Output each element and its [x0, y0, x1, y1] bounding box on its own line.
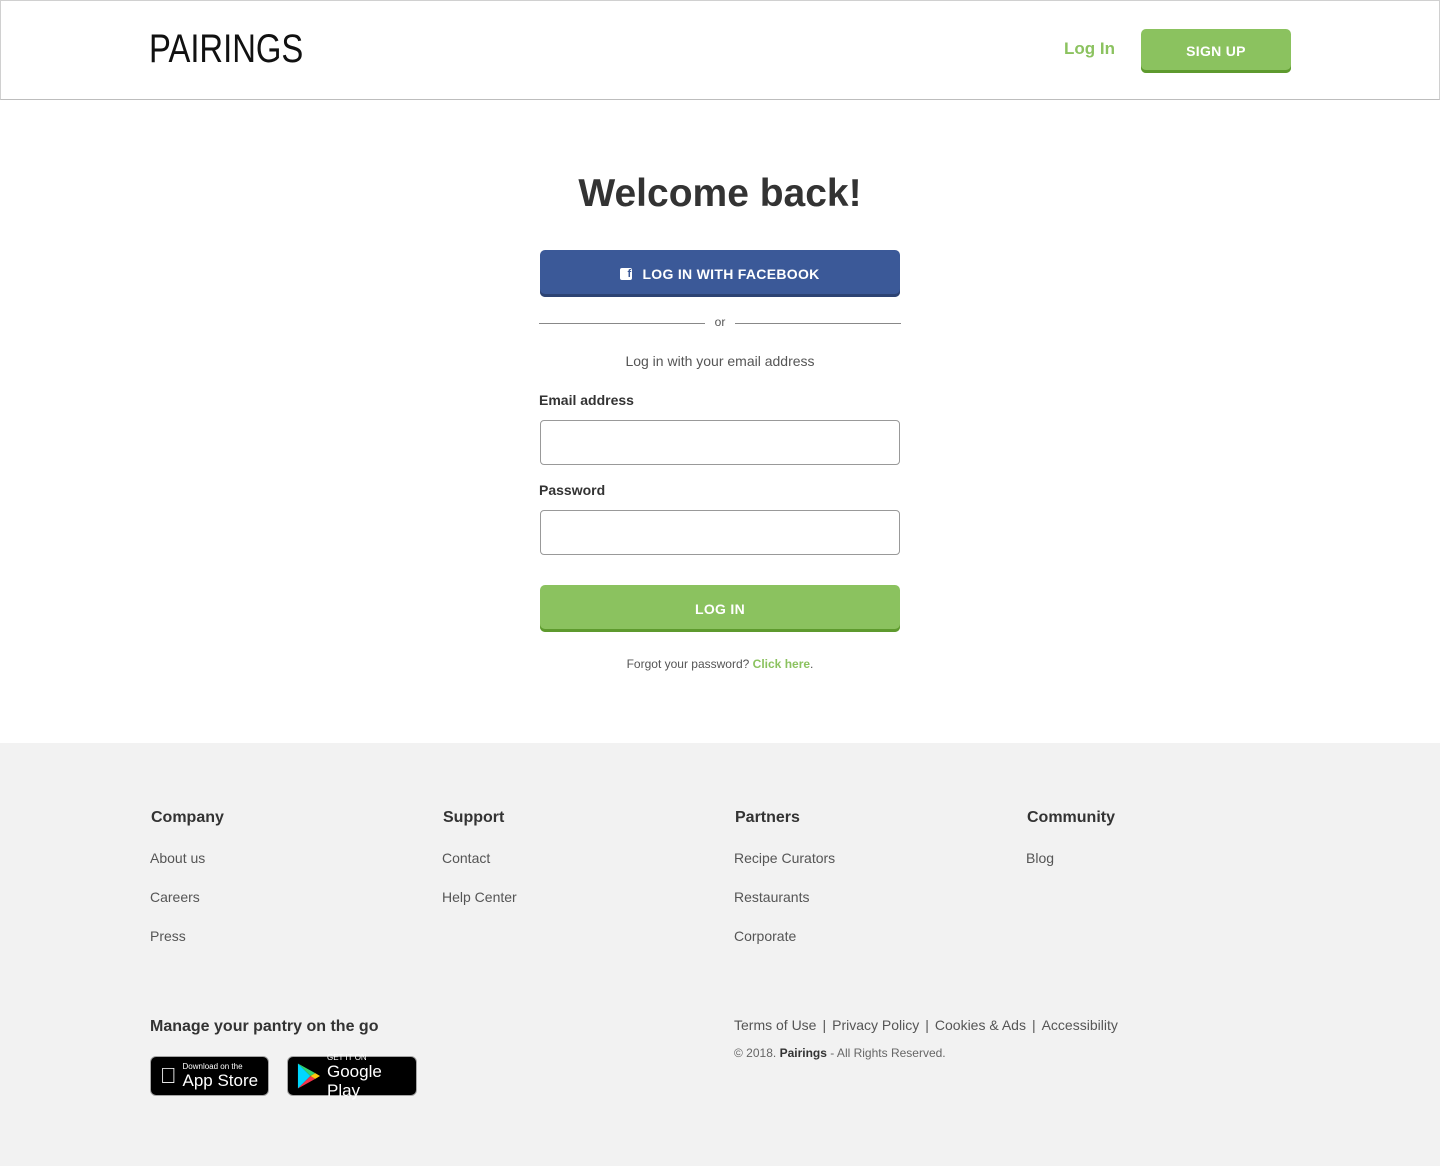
copyright-suffix: - All Rights Reserved. — [830, 1046, 946, 1060]
forgot-password-text: Forgot your password? — [626, 657, 750, 671]
forgot-password-link[interactable]: Click here — [753, 657, 810, 671]
privacy-policy-link[interactable]: Privacy Policy — [832, 1017, 919, 1033]
login-button[interactable]: LOG IN — [540, 585, 900, 632]
footer-link-contact[interactable]: Contact — [442, 850, 490, 866]
header-login-link[interactable]: Log In — [1064, 39, 1115, 59]
footer-column-title: Company — [151, 809, 224, 826]
email-login-subtitle: Log in with your email address — [625, 353, 815, 369]
google-play-small-text: GET IT ON — [326, 1052, 367, 1062]
footer-link-about-us[interactable]: About us — [150, 850, 205, 866]
footer-column-title: Community — [1027, 809, 1115, 826]
footer-link-blog[interactable]: Blog — [1026, 850, 1054, 866]
password-field[interactable] — [540, 510, 900, 555]
email-field[interactable] — [540, 420, 900, 465]
copyright-brand: Pairings — [779, 1046, 827, 1060]
apple-icon:  — [160, 1065, 177, 1087]
copyright: © 2018. Pairings - All Rights Reserved. — [734, 1046, 946, 1060]
legal-separator: | — [1031, 1017, 1036, 1033]
copyright-prefix: © 2018. — [734, 1046, 777, 1060]
google-play-badge[interactable]: GET IT ON Google Play — [287, 1052, 417, 1100]
divider-line-right — [735, 323, 901, 324]
google-play-big-text: Google Play — [326, 1061, 382, 1100]
footer-link-corporate[interactable]: Corporate — [734, 928, 796, 944]
legal-separator: | — [925, 1017, 929, 1033]
divider-line-left — [539, 323, 705, 324]
pairings-logo[interactable]: PAIRINGS — [149, 27, 303, 71]
site-header: PAIRINGS Log In SIGN UP — [0, 0, 1440, 100]
password-label: Password — [539, 482, 606, 498]
footer-link-recipe-curators[interactable]: Recipe Curators — [734, 850, 835, 866]
divider-or: or — [714, 315, 726, 329]
legal-separator: | — [822, 1017, 827, 1033]
cookies-ads-link[interactable]: Cookies & Ads — [935, 1017, 1026, 1033]
signup-button[interactable]: SIGN UP — [1141, 29, 1291, 73]
forgot-password: Forgot your password? Click here. — [0, 657, 1440, 671]
app-store-big-text: App Store — [166, 1071, 259, 1090]
footer-column-title: Support — [443, 809, 505, 826]
footer-column-title: Partners — [735, 809, 800, 826]
site-footer: Company About us Careers Press Support C… — [0, 743, 1440, 1166]
accessibility-link[interactable]: Accessibility — [1042, 1017, 1118, 1033]
email-label: Email address — [539, 392, 634, 408]
footer-link-press[interactable]: Press — [150, 928, 186, 944]
terms-of-use-link[interactable]: Terms of Use — [734, 1017, 816, 1033]
footer-link-help-center[interactable]: Help Center — [442, 889, 517, 905]
app-store-small-text: Download on the — [166, 1062, 243, 1071]
legal-links: Terms of Use | Privacy Policy | Cookies & Ad… — [734, 1017, 1118, 1033]
google-play-icon — [297, 1063, 321, 1089]
forgot-period: . — [810, 657, 814, 671]
facebook-login-button[interactable]: f LOG IN WITH FACEBOOK — [540, 250, 900, 297]
pantry-heading: Manage your pantry on the go — [150, 1018, 379, 1035]
footer-link-restaurants[interactable]: Restaurants — [734, 889, 809, 905]
footer-link-careers[interactable]: Careers — [150, 889, 200, 905]
facebook-icon: f — [620, 267, 633, 280]
facebook-login-label: LOG IN WITH FACEBOOK — [642, 265, 820, 282]
page-title: Welcome back! — [578, 172, 862, 215]
app-store-badge[interactable]:  Download on the App Store — [150, 1056, 269, 1096]
